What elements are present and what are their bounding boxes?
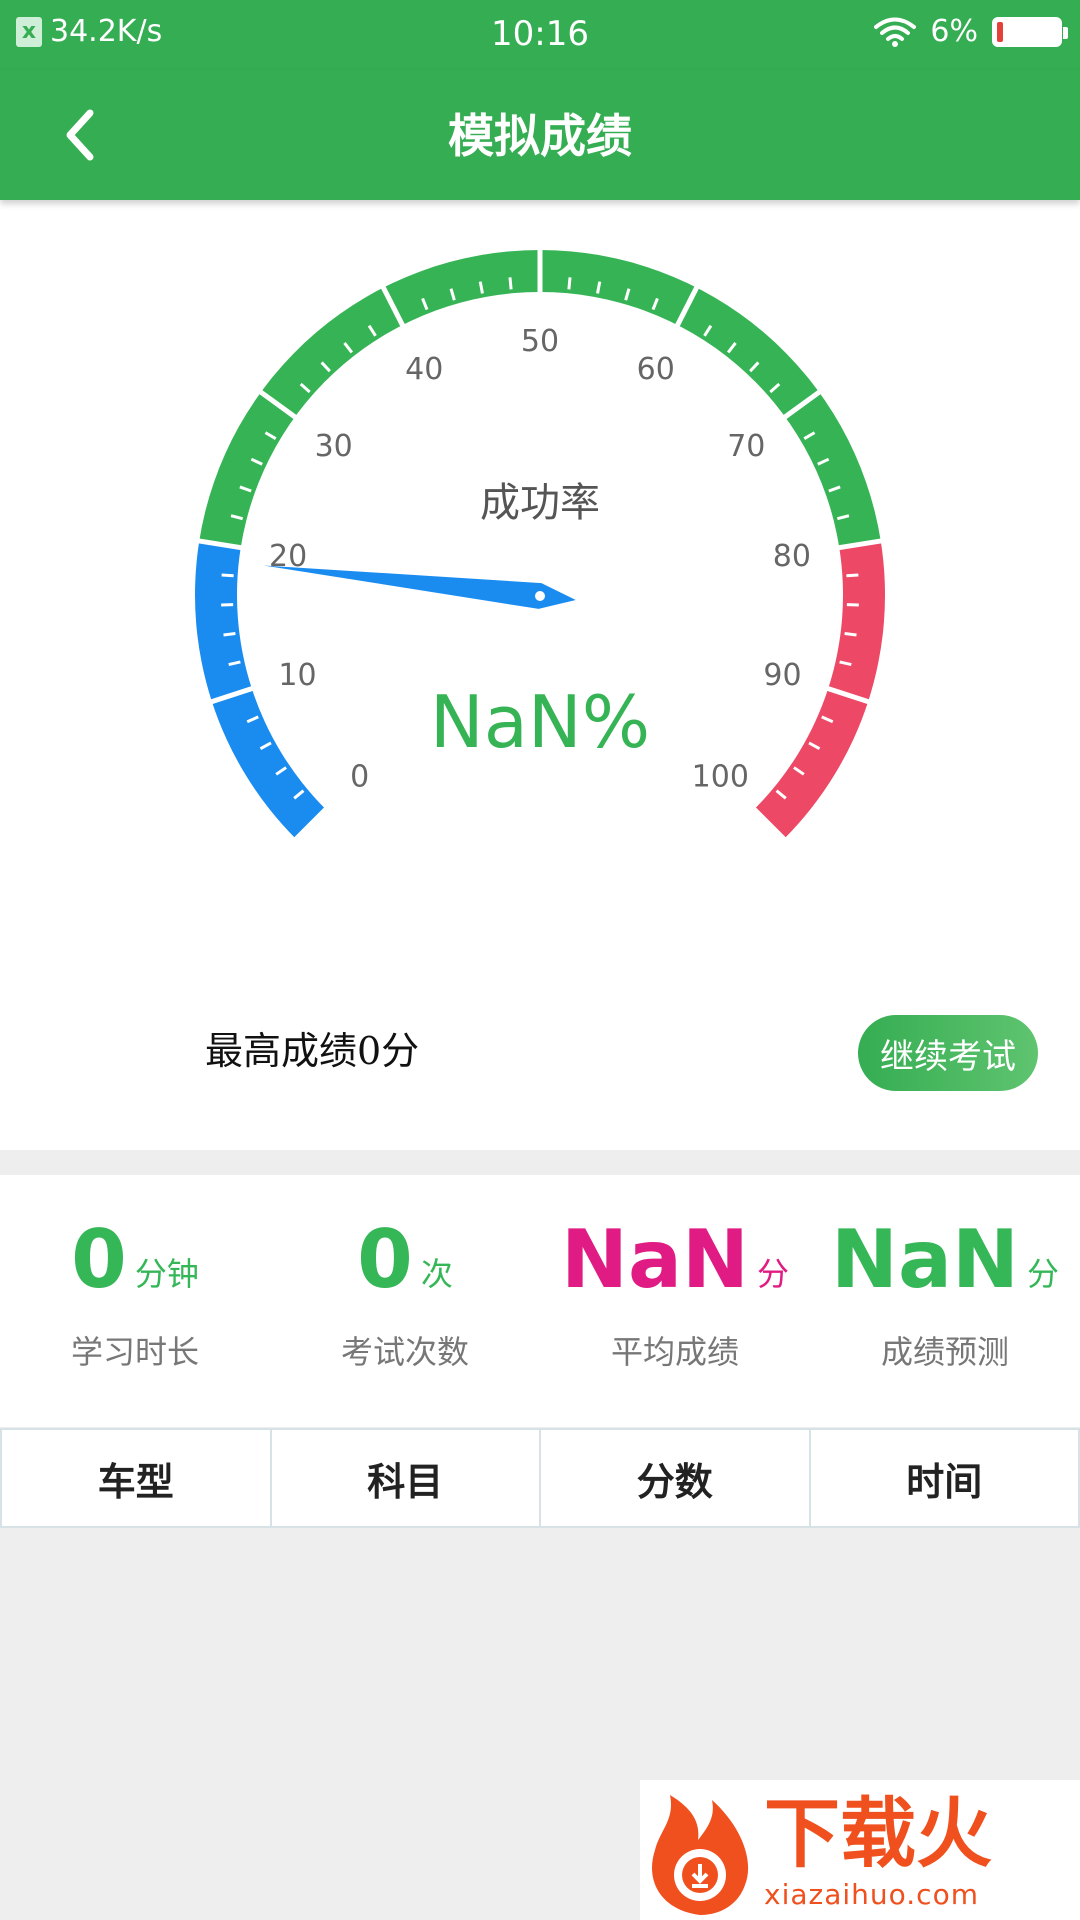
gauge-tick-label: 100 <box>692 759 749 794</box>
success-rate-gauge: 0102030405060708090100成功率NaN% <box>195 248 886 843</box>
watermark-title: 下载火 <box>764 1788 992 1878</box>
gauge-card: 0 10 20 30 40 50 60 70 80 90 100 成功率 NaN% 最高成绩0分 继续考… <box>0 200 1080 1150</box>
stat-label: 平均成绩 <box>610 1333 739 1371</box>
best-score-text: 最高成绩0分 <box>205 1029 420 1073</box>
stat-unit: 次 <box>420 1255 453 1293</box>
flame-logo-icon <box>640 1780 760 1920</box>
gauge-center-label: 成功率 <box>480 480 600 526</box>
stat-unit: 分钟 <box>134 1255 199 1293</box>
stat-item: NaN 分成绩预测 <box>810 1215 1080 1373</box>
stat-label: 学习时长 <box>70 1333 199 1371</box>
records-table-header: 车型 科目 分数 时间 <box>0 1428 1080 1528</box>
wifi-icon <box>874 17 917 47</box>
gauge-minor-tick <box>567 277 572 290</box>
status-right: 6% <box>874 14 1068 49</box>
stat-value: 0 <box>357 1213 413 1306</box>
table-header-cell: 车型 <box>2 1430 272 1526</box>
watermark-url: xiazaihuo.com <box>764 1877 979 1911</box>
stat-value: NaN <box>561 1213 749 1306</box>
page-title: 模拟成绩 <box>448 109 632 163</box>
gauge-minor-tick <box>223 631 236 637</box>
stat-value: 0 <box>71 1213 127 1306</box>
stat-value: NaN <box>831 1213 1019 1306</box>
battery-icon <box>992 16 1068 47</box>
gauge-minor-tick <box>844 631 857 637</box>
watermark: 下载火 xiazaihuo.com <box>640 1780 1080 1920</box>
gauge-minor-tick <box>221 573 234 578</box>
stat-label: 考试次数 <box>340 1333 469 1371</box>
gauge-needle-pivot <box>535 591 545 601</box>
gauge-tick-label: 90 <box>763 658 801 693</box>
gauge-minor-tick <box>846 573 859 578</box>
app-bar: 模拟成绩 <box>0 70 1080 200</box>
gauge-tick-label: 50 <box>521 324 559 359</box>
stat-item: 0 分钟学习时长 <box>0 1215 270 1373</box>
table-header-cell: 时间 <box>906 1458 983 1504</box>
gauge-tick-label: 70 <box>727 429 765 464</box>
battery-percent: 6% <box>930 14 978 49</box>
table-header-cell: 科目 <box>272 1430 541 1526</box>
table-header-cell: 分数 <box>541 1430 811 1526</box>
gauge-tick-label: 30 <box>315 429 353 464</box>
stat-item: NaN 分平均成绩 <box>540 1215 810 1373</box>
gauge-tick-label: 80 <box>773 539 811 574</box>
gauge-minor-tick <box>508 277 513 290</box>
gauge-tick-label: 60 <box>637 352 675 387</box>
gauge-tick-label: 40 <box>405 352 443 387</box>
gauge-value-text: NaN% <box>430 680 650 764</box>
stat-item: 0 次考试次数 <box>270 1215 540 1373</box>
gauge-tick-label: 10 <box>278 658 316 693</box>
continue-exam-button[interactable]: 继续考试 <box>858 1015 1038 1091</box>
stat-unit: 分 <box>1026 1255 1059 1293</box>
stat-label: 成绩预测 <box>880 1333 1009 1371</box>
stats-panel: 0 分钟 学习时长 0 次考试次数 NaN 分平均成绩 NaN 分成绩预测 <box>0 1175 1080 1427</box>
gauge-tick-label: 0 <box>350 759 369 794</box>
gauge-needle <box>263 565 576 609</box>
status-bar: x 34.2K/s 10:16 6% <box>0 0 1080 70</box>
stat-unit: 分 <box>756 1255 789 1293</box>
